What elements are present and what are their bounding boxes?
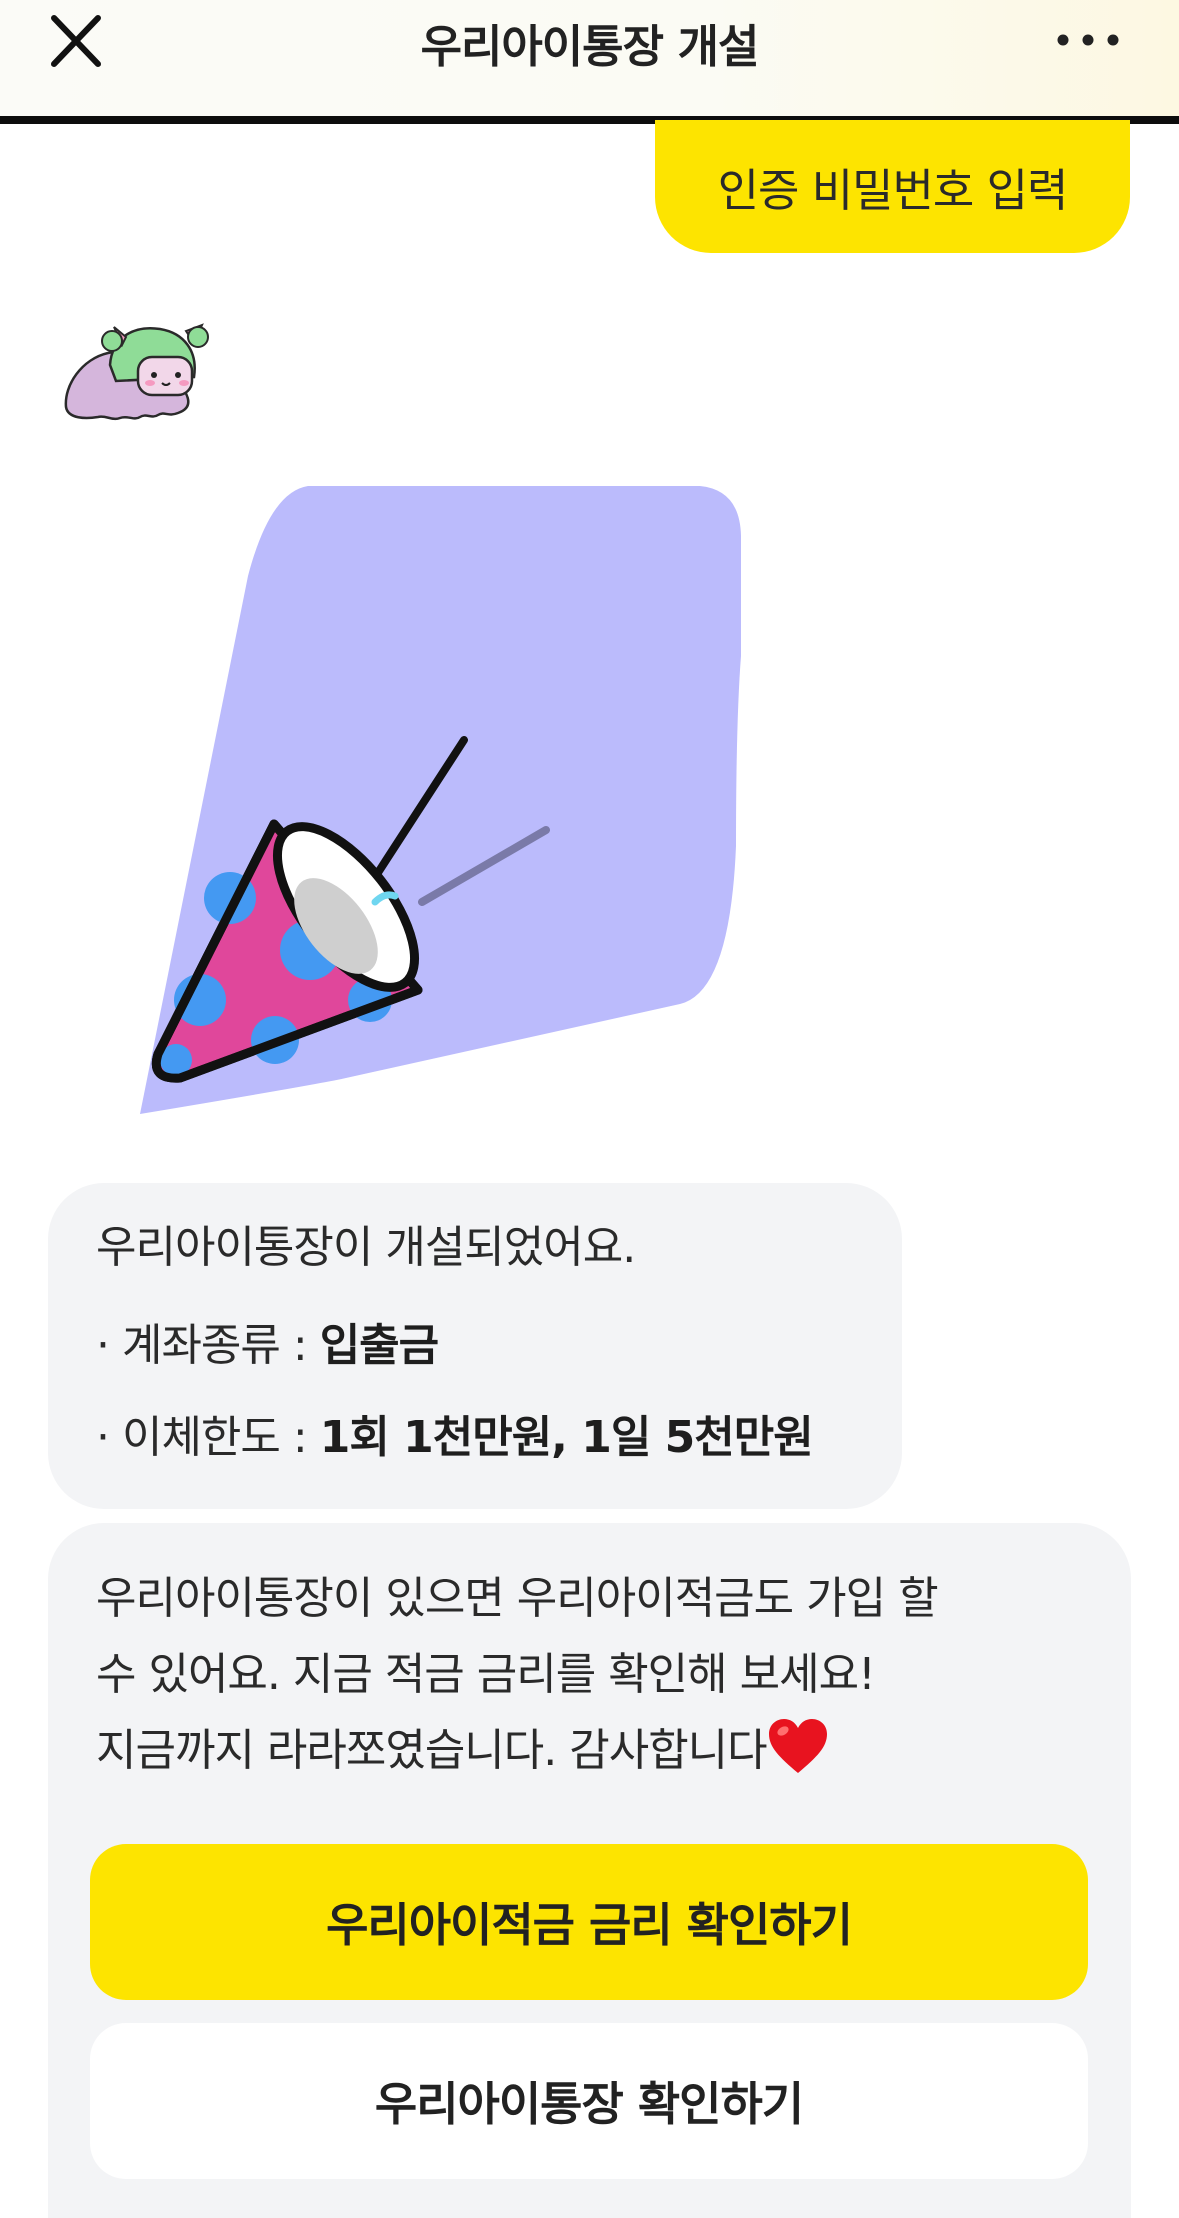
party-popper-icon [140, 486, 741, 1114]
promo-line-3-row: 지금까지 라라쪼였습니다. 감사합니다 [96, 1713, 1083, 1789]
savings-promo-message: 우리아이통장이 있으면 우리아이적금도 가입 할 수 있어요. 지금 적금 금리… [48, 1523, 1131, 2218]
promo-text: 우리아이통장이 있으면 우리아이적금도 가입 할 수 있어요. 지금 적금 금리… [96, 1561, 1083, 1789]
more-horizontal-icon [1057, 34, 1119, 46]
account-type-row: · 계좌종류 : 입출금 [96, 1321, 902, 1371]
message-title: 우리아이통장이 개설되었어요. [96, 1222, 636, 1273]
promo-line-2: 수 있어요. 지금 적금 금리를 확인해 보세요! [96, 1649, 876, 1700]
account-opened-message: 우리아이통장이 개설되었어요. · 계좌종류 : 입출금 · 이체한도 : 1회… [48, 1183, 902, 1509]
bot-avatar [60, 315, 210, 425]
app-header: 우리아이통장 개설 [0, 0, 1179, 124]
transfer-limit-value: 1회 1천만원, 1일 5천만원 [319, 1412, 814, 1463]
character-avatar-icon [64, 323, 209, 421]
transfer-limit-label: · 이체한도 : [96, 1412, 320, 1463]
user-reply-bubble: 인증 비밀번호 입력 [655, 120, 1130, 253]
celebration-illustration [140, 480, 750, 1120]
page-title: 우리아이통장 개설 [420, 20, 760, 73]
account-type-value: 입출금 [319, 1320, 439, 1371]
more-options-button[interactable] [1050, 14, 1126, 66]
promo-line-3: 지금까지 라라쪼였습니다. 감사합니다 [96, 1725, 768, 1776]
account-type-label: · 계좌종류 : [96, 1320, 320, 1371]
promo-line-1: 우리아이통장이 있으면 우리아이적금도 가입 할 [96, 1573, 939, 1624]
check-savings-rate-button[interactable]: 우리아이적금 금리 확인하기 [90, 1844, 1088, 2000]
view-account-button[interactable]: 우리아이통장 확인하기 [90, 2023, 1088, 2179]
transfer-limit-row: · 이체한도 : 1회 1천만원, 1일 5천만원 [96, 1413, 902, 1463]
red-heart-icon [767, 1717, 829, 1775]
